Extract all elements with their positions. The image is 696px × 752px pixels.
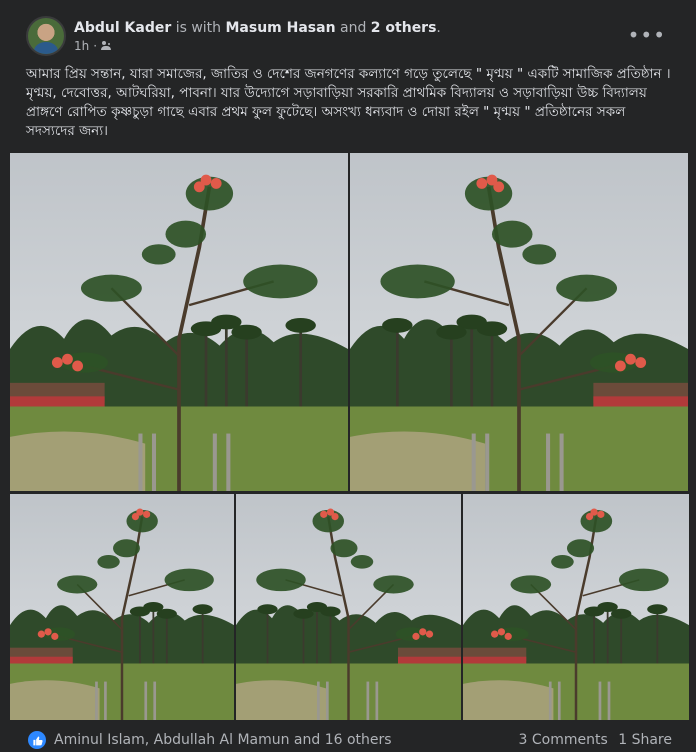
tree-photo-image bbox=[10, 153, 348, 491]
and-text: and bbox=[340, 19, 367, 36]
photo-2[interactable] bbox=[350, 153, 688, 491]
photo-5[interactable] bbox=[463, 494, 689, 720]
others-link[interactable]: 2 others bbox=[371, 20, 437, 36]
author-avatar[interactable] bbox=[26, 16, 66, 56]
tagged-person[interactable]: Masum Hasan bbox=[225, 20, 335, 36]
friends-icon[interactable] bbox=[101, 41, 112, 50]
photo-4[interactable] bbox=[236, 494, 461, 720]
post-text: আমার প্রিয় সন্তান, যারা সমাজের, জাতির ও… bbox=[26, 66, 671, 139]
shares-count[interactable]: 1 Share bbox=[618, 732, 672, 748]
post-stats: 3 Comments 1 Share bbox=[513, 732, 672, 748]
post-header-text: Abdul Kader is with Masum Hasan and 2 ot… bbox=[74, 20, 441, 53]
post-card: Abdul Kader is with Masum Hasan and 2 ot… bbox=[0, 0, 696, 752]
tree-photo-image bbox=[236, 494, 461, 720]
photo-1[interactable] bbox=[10, 153, 348, 491]
meta-separator: · bbox=[93, 38, 98, 53]
post-header: Abdul Kader is with Masum Hasan and 2 ot… bbox=[26, 16, 441, 56]
comments-count[interactable]: 3 Comments bbox=[519, 732, 608, 748]
period: . bbox=[436, 19, 441, 36]
tree-photo-image bbox=[10, 494, 234, 720]
tree-photo-image bbox=[350, 153, 688, 491]
with-text: is with bbox=[175, 19, 222, 36]
post-author-line: Abdul Kader is with Masum Hasan and 2 ot… bbox=[74, 20, 441, 36]
more-options-icon[interactable]: ••• bbox=[628, 25, 666, 45]
like-icon[interactable] bbox=[28, 731, 46, 749]
post-time[interactable]: 1h bbox=[74, 39, 89, 53]
reactors-text[interactable]: Aminul Islam, Abdullah Al Mamun and 16 o… bbox=[54, 732, 392, 748]
author-name[interactable]: Abdul Kader bbox=[74, 20, 171, 36]
post-meta: 1h · bbox=[74, 39, 441, 53]
tree-photo-image bbox=[463, 494, 689, 720]
photo-3[interactable] bbox=[10, 494, 234, 720]
